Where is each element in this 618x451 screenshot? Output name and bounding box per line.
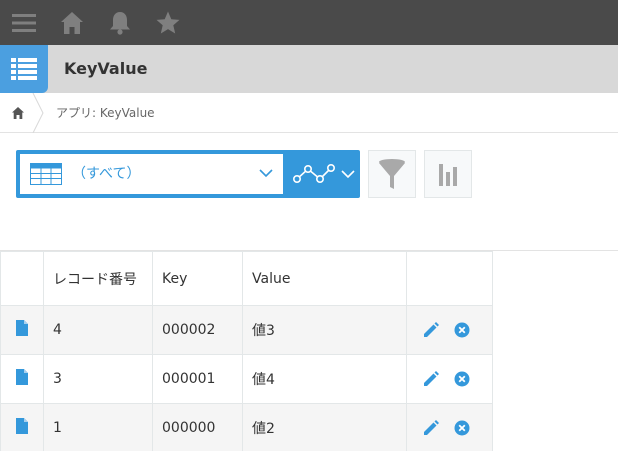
record-number-cell: 4 — [43, 305, 153, 355]
records-table: レコード番号 Key Value 4 000002 値3 3 000001 値4… — [0, 251, 493, 451]
graph-icon — [293, 163, 335, 184]
view-dropdown[interactable]: （すべて） — [20, 154, 283, 194]
app-header: KeyValue — [0, 45, 618, 93]
key-cell: 000000 — [152, 403, 243, 451]
header-key[interactable]: Key — [152, 251, 243, 306]
record-number-cell: 3 — [43, 354, 153, 404]
header-icon-column — [0, 251, 44, 306]
edit-pencil-icon[interactable] — [422, 321, 440, 339]
table-row: 1 000000 値2 — [0, 403, 493, 451]
header-record-number[interactable]: レコード番号 — [43, 251, 153, 306]
delete-close-icon[interactable] — [454, 371, 470, 387]
breadcrumb-app-link[interactable]: アプリ: KeyValue — [56, 93, 155, 133]
filter-button[interactable] — [368, 150, 416, 198]
delete-close-icon[interactable] — [454, 322, 470, 338]
chevron-down-icon — [259, 169, 273, 178]
actions-cell — [406, 403, 493, 451]
table-row: 3 000001 値4 — [0, 354, 493, 404]
document-icon[interactable] — [16, 369, 28, 389]
table-view-icon — [30, 163, 62, 185]
view-selector: （すべて） — [16, 150, 360, 198]
table-row: 4 000002 値3 — [0, 305, 493, 355]
value-cell: 値3 — [242, 305, 407, 355]
document-icon[interactable] — [16, 418, 28, 438]
graph-dropdown-button[interactable] — [284, 150, 360, 198]
header-value[interactable]: Value — [242, 251, 407, 306]
document-icon[interactable] — [16, 320, 28, 340]
global-header — [0, 0, 618, 45]
record-detail-cell — [0, 354, 44, 404]
breadcrumb-separator — [32, 93, 44, 133]
chevron-down-icon — [341, 170, 355, 179]
view-label: （すべて） — [72, 166, 141, 182]
delete-close-icon[interactable] — [454, 420, 470, 436]
menu-icon[interactable] — [6, 0, 42, 45]
edit-pencil-icon[interactable] — [422, 370, 440, 388]
list-icon[interactable] — [0, 45, 48, 93]
record-detail-cell — [0, 305, 44, 355]
key-cell: 000002 — [152, 305, 243, 355]
header-actions — [406, 251, 493, 306]
key-cell: 000001 — [152, 354, 243, 404]
graph-report-button[interactable] — [424, 150, 472, 198]
edit-pencil-icon[interactable] — [422, 419, 440, 437]
app-title: KeyValue — [64, 59, 148, 78]
home-icon[interactable] — [56, 0, 88, 45]
star-icon[interactable] — [152, 0, 184, 45]
table-header-row: レコード番号 Key Value — [0, 251, 493, 306]
filter-icon — [379, 159, 405, 189]
record-detail-cell — [0, 403, 44, 451]
bell-icon[interactable] — [104, 0, 136, 45]
bar-chart-icon — [439, 164, 457, 186]
actions-cell — [406, 354, 493, 404]
value-cell: 値2 — [242, 403, 407, 451]
record-number-cell: 1 — [43, 403, 153, 451]
breadcrumb-home-icon[interactable] — [0, 93, 36, 133]
actions-cell — [406, 305, 493, 355]
breadcrumb: アプリ: KeyValue — [0, 93, 618, 133]
value-cell: 値4 — [242, 354, 407, 404]
